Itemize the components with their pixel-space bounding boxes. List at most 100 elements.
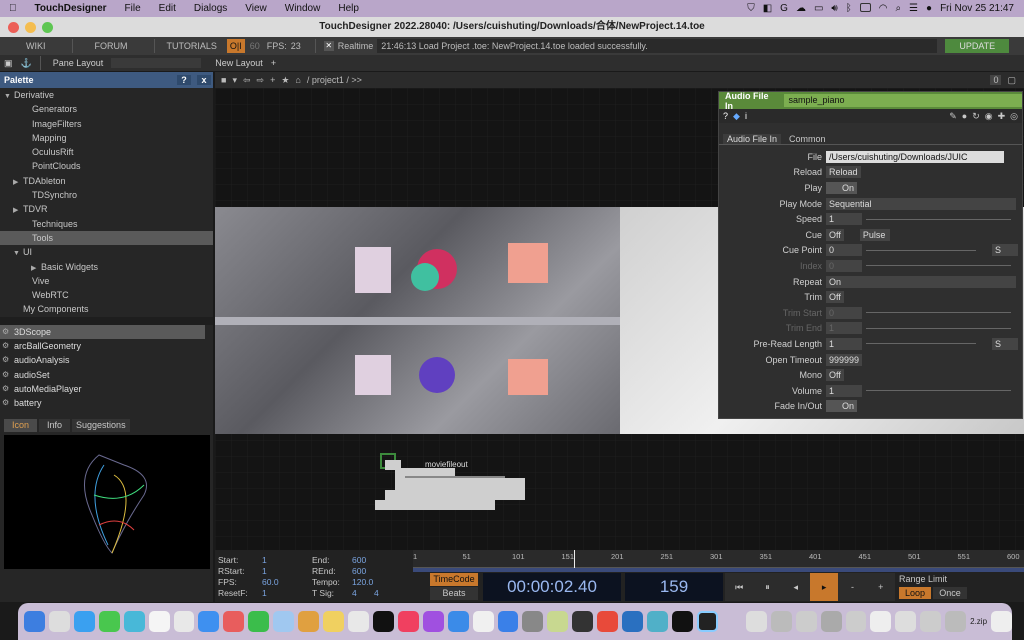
appstore-icon[interactable] — [447, 611, 469, 632]
add-icon[interactable]: + — [270, 75, 275, 85]
list-item[interactable]: autoMediaPlayer — [0, 382, 205, 397]
google-icon[interactable]: G — [780, 3, 788, 14]
list-item[interactable]: audioAnalysis — [0, 353, 205, 368]
clock[interactable]: Fri Nov 25 21:47 — [940, 3, 1014, 14]
music-icon[interactable] — [397, 611, 419, 632]
palette-close-button[interactable]: x — [197, 75, 211, 85]
wiki-button[interactable]: WIKI — [0, 39, 68, 53]
activity-icon[interactable] — [547, 611, 569, 632]
apple-menu-icon[interactable]:  — [0, 3, 26, 14]
recent-file-icon[interactable] — [795, 611, 817, 632]
loop-button[interactable]: Loop — [899, 587, 931, 599]
tree-item[interactable]: Generators — [0, 102, 213, 116]
launchpad-icon[interactable] — [48, 611, 70, 632]
podcasts-icon[interactable] — [422, 611, 444, 632]
end-value[interactable]: 600 — [352, 555, 366, 566]
tutorials-button[interactable]: TUTORIALS — [159, 39, 225, 53]
param-value[interactable]: Off — [826, 291, 844, 304]
param-value[interactable]: Reload — [826, 166, 861, 179]
tree-item[interactable]: ▼ UI — [0, 245, 213, 259]
param-value[interactable]: 999999 — [826, 353, 863, 366]
param-slider[interactable] — [866, 312, 1011, 314]
update-button[interactable]: UPDATE — [945, 39, 1010, 53]
chrome-icon[interactable] — [597, 611, 619, 632]
param-value[interactable]: Off — [826, 228, 844, 241]
param-value[interactable]: On — [826, 275, 1016, 288]
status-icon[interactable]: ◧ — [763, 3, 772, 14]
contacts-icon[interactable] — [273, 611, 295, 632]
facetime-icon[interactable] — [248, 611, 270, 632]
battery-icon[interactable] — [859, 2, 871, 15]
unit-dropdown[interactable]: S — [992, 244, 1018, 257]
refresh-icon[interactable]: ↻ — [972, 111, 980, 122]
pages-icon[interactable] — [472, 611, 494, 632]
param-value[interactable]: Sequential — [826, 197, 1016, 210]
tree-item[interactable]: My Components — [0, 302, 213, 316]
list-item[interactable]: 3DScope — [0, 324, 205, 339]
plus-icon[interactable]: ✚ — [998, 111, 1006, 122]
tree-item[interactable]: ▼ Derivative — [0, 88, 213, 102]
forward-icon[interactable]: ⇨ — [257, 75, 265, 86]
tree-item[interactable]: OculusRift — [0, 145, 213, 159]
param-slider[interactable] — [866, 265, 1011, 267]
add-layout-button[interactable]: + — [267, 58, 280, 68]
video-viewer[interactable] — [215, 207, 620, 434]
rewind-icon[interactable]: ⏮ — [725, 573, 754, 601]
list-item[interactable]: audioSet — [0, 368, 205, 383]
info-icon[interactable]: i — [745, 111, 747, 121]
home-icon[interactable]: ⌂ — [295, 75, 300, 85]
recent-file-icon[interactable] — [870, 611, 892, 632]
system-prefs-icon[interactable] — [522, 611, 544, 632]
tree-arrow-icon[interactable]: ▼ — [4, 90, 14, 104]
beats-button[interactable]: Beats — [430, 587, 478, 600]
tree-item[interactable]: Tools — [0, 230, 213, 246]
resetf-value[interactable]: 1 — [262, 588, 267, 599]
cloud-icon[interactable]: ☁ — [796, 3, 806, 14]
finder-icon[interactable] — [24, 611, 45, 632]
bluetooth-icon[interactable]: ᛒ — [846, 3, 852, 14]
start-value[interactable]: 1 — [262, 555, 267, 566]
perform-mode-button[interactable]: O|I — [226, 39, 245, 53]
threads-icon[interactable] — [671, 611, 693, 632]
list-item[interactable]: arcBallGeometry — [0, 339, 205, 354]
photos-2-icon[interactable] — [223, 611, 245, 632]
appletv-icon[interactable] — [372, 611, 394, 632]
reminders-icon[interactable] — [298, 611, 320, 632]
target-icon[interactable]: ◎ — [1010, 111, 1022, 122]
python-logo-icon[interactable]: ◉ — [985, 111, 993, 122]
palette-help-button[interactable]: ? — [177, 75, 191, 85]
recent-file-icon[interactable] — [945, 611, 967, 632]
param-value[interactable]: 1 — [826, 337, 862, 350]
zip-file-label[interactable]: 2.zip — [970, 617, 987, 626]
zoom-window-button[interactable] — [42, 22, 53, 33]
param-value[interactable]: On — [826, 400, 858, 413]
list-item[interactable]: battery — [0, 396, 205, 411]
pane-icon[interactable]: ▣ — [0, 58, 17, 69]
plus-icon-tl[interactable]: + — [866, 573, 895, 601]
help-icon[interactable]: ? — [723, 111, 728, 121]
messages-icon[interactable] — [98, 611, 120, 632]
shield-icon[interactable]: ⛉ — [747, 3, 755, 14]
step-back-icon[interactable]: ◂ — [781, 573, 810, 601]
pause-icon[interactable]: ⏸ — [753, 573, 782, 601]
minus-icon[interactable]: - — [838, 573, 867, 601]
node-label[interactable]: moviefileout — [425, 460, 468, 469]
tree-item[interactable]: Vive — [0, 274, 213, 288]
close-window-button[interactable] — [8, 22, 19, 33]
frame-display[interactable]: 159 — [625, 573, 723, 601]
once-button[interactable]: Once — [933, 587, 967, 599]
param-slider[interactable] — [866, 327, 1011, 329]
menu-edit[interactable]: Edit — [150, 3, 185, 14]
maps-icon[interactable] — [123, 611, 145, 632]
freeform-icon[interactable] — [347, 611, 369, 632]
photos-icon[interactable] — [173, 611, 195, 632]
tree-item[interactable]: Mapping — [0, 131, 213, 145]
volume-icon[interactable]: 🔊︎ — [831, 3, 837, 14]
xcode-icon[interactable] — [497, 611, 519, 632]
timecode-display[interactable]: 00:00:02.40 — [483, 573, 621, 601]
tree-arrow-icon[interactable]: ▼ — [13, 247, 23, 261]
minimize-window-button[interactable] — [25, 22, 36, 33]
param-slider[interactable] — [866, 218, 1011, 220]
forum-button[interactable]: FORUM — [77, 39, 150, 53]
rend-value[interactable]: 600 — [352, 566, 366, 577]
